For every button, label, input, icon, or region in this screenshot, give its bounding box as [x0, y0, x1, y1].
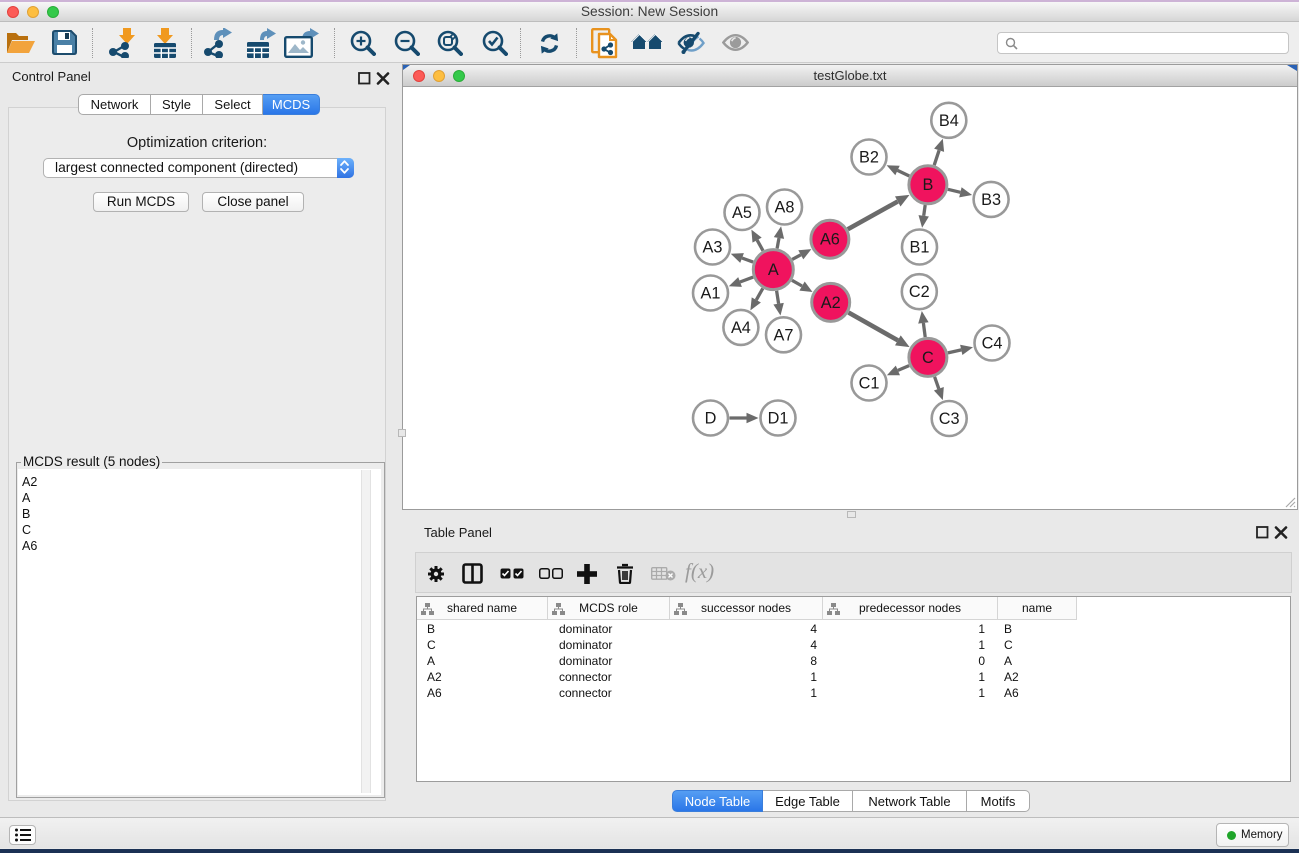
- svg-text:A4: A4: [731, 319, 751, 337]
- svg-text:C: C: [922, 349, 934, 367]
- svg-text:A1: A1: [701, 285, 721, 303]
- svg-text:A2: A2: [821, 294, 841, 312]
- svg-text:A3: A3: [703, 239, 723, 257]
- svg-text:A5: A5: [732, 204, 752, 222]
- svg-text:B4: B4: [939, 112, 959, 130]
- svg-text:A: A: [768, 261, 779, 279]
- svg-text:C4: C4: [982, 335, 1003, 353]
- svg-text:C3: C3: [939, 410, 960, 428]
- svg-text:C1: C1: [859, 375, 880, 393]
- svg-text:A7: A7: [774, 326, 794, 344]
- svg-text:B2: B2: [859, 149, 879, 167]
- svg-text:C2: C2: [909, 283, 930, 301]
- svg-text:D1: D1: [768, 410, 789, 428]
- svg-text:B3: B3: [981, 191, 1001, 209]
- svg-text:D: D: [705, 410, 717, 428]
- svg-text:B1: B1: [910, 239, 930, 257]
- svg-text:A8: A8: [775, 199, 795, 217]
- svg-text:A6: A6: [820, 231, 840, 249]
- svg-text:B: B: [922, 176, 933, 194]
